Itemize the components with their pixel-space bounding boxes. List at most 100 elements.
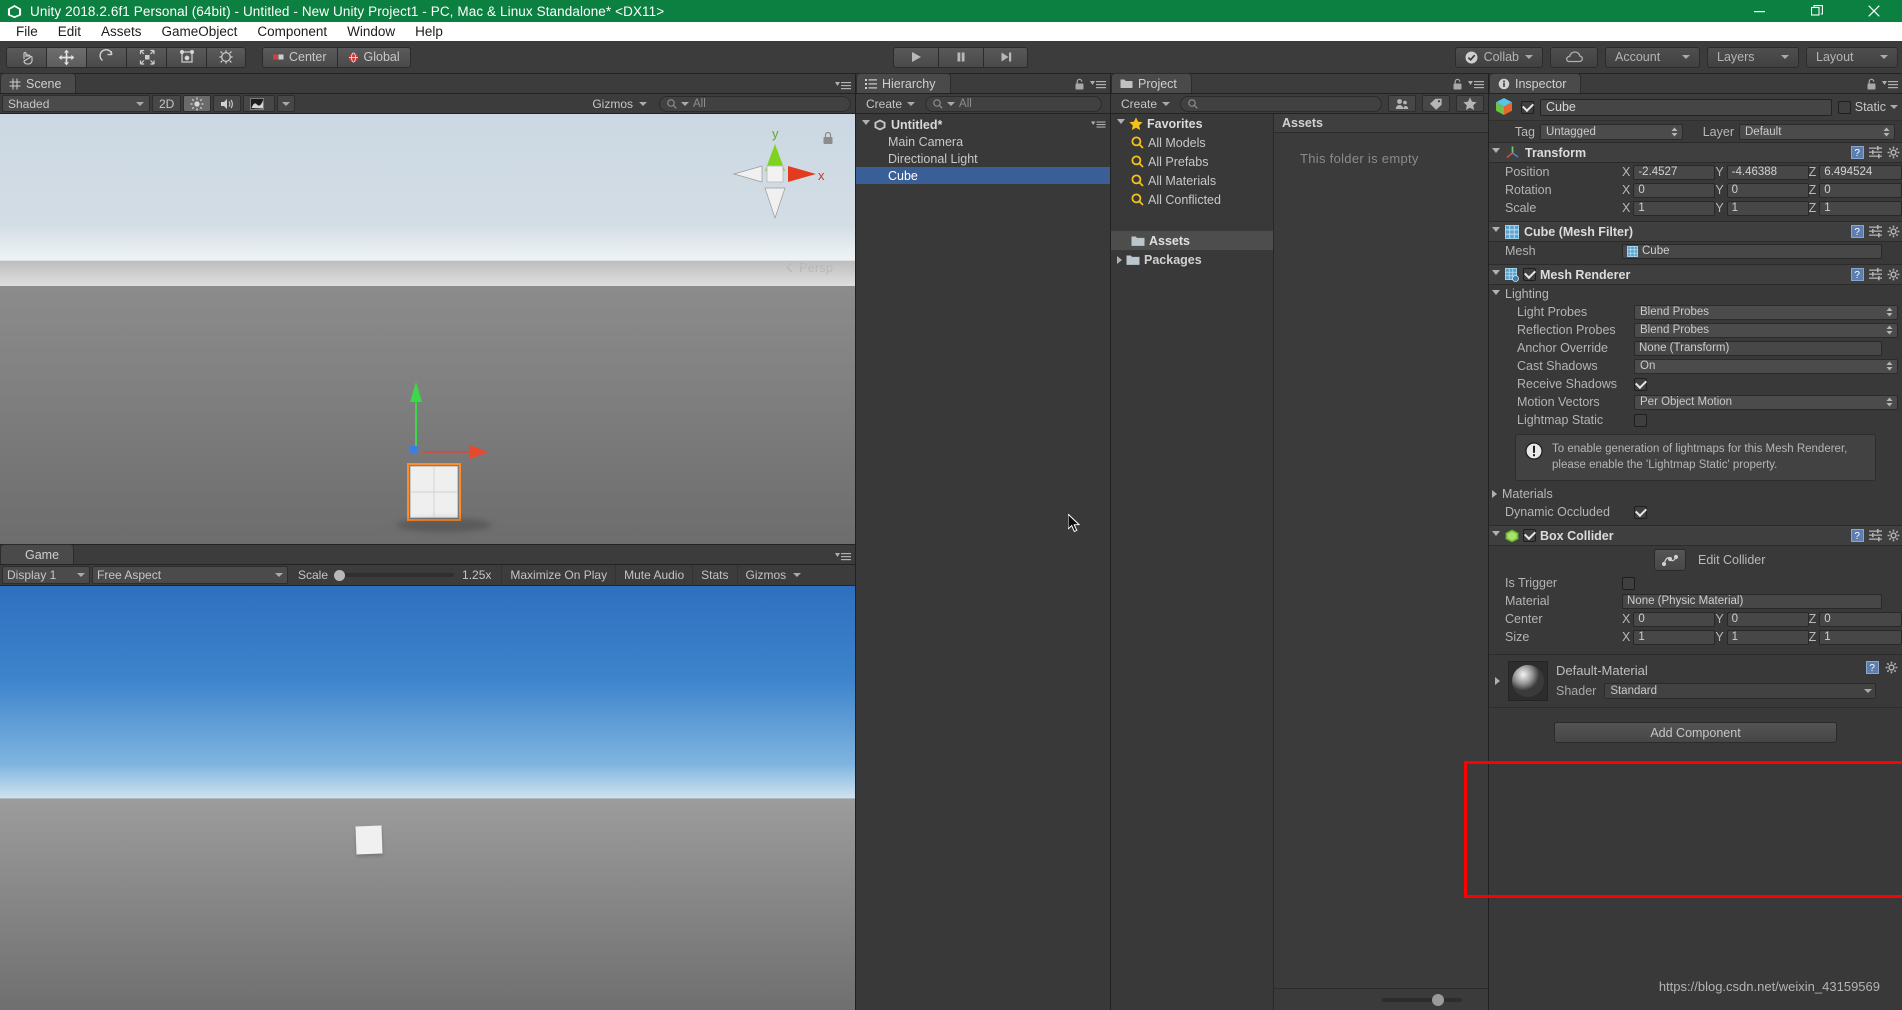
size-y-input[interactable]: 1 bbox=[1727, 630, 1809, 645]
game-gizmos-button[interactable]: Gizmos bbox=[737, 565, 810, 586]
gear-icon[interactable] bbox=[1887, 529, 1900, 542]
project-folder-packages[interactable]: Packages bbox=[1111, 250, 1273, 269]
move-tool-button[interactable] bbox=[46, 47, 86, 68]
receive-shadows-checkbox[interactable] bbox=[1634, 378, 1647, 391]
panel-menu-icon[interactable] bbox=[1882, 79, 1898, 89]
lightmap-static-checkbox[interactable] bbox=[1634, 414, 1647, 427]
mute-audio-button[interactable]: Mute Audio bbox=[615, 565, 692, 586]
project-favorite-all-prefabs[interactable]: All Prefabs bbox=[1111, 152, 1273, 171]
menu-gameobject[interactable]: GameObject bbox=[152, 24, 248, 39]
position-z-input[interactable]: 6.494524 bbox=[1819, 165, 1902, 180]
stats-button[interactable]: Stats bbox=[692, 565, 736, 586]
panel-menu-icon[interactable] bbox=[1468, 79, 1484, 89]
gear-icon[interactable] bbox=[1887, 146, 1900, 159]
gear-icon[interactable] bbox=[1887, 225, 1900, 238]
materials-foldout[interactable]: Materials bbox=[1489, 485, 1902, 503]
component-header-box-collider[interactable]: Box Collider ? bbox=[1489, 525, 1902, 546]
maximize-button[interactable] bbox=[1788, 0, 1845, 22]
center-x-input[interactable]: 0 bbox=[1633, 612, 1715, 627]
preset-icon[interactable] bbox=[1869, 529, 1882, 542]
2d-toggle-button[interactable]: 2D bbox=[152, 95, 181, 112]
add-component-button[interactable]: Add Component bbox=[1554, 722, 1837, 743]
menu-edit[interactable]: Edit bbox=[48, 24, 91, 39]
layers-button[interactable]: Layers bbox=[1707, 47, 1799, 68]
scene-audio-button[interactable] bbox=[213, 95, 241, 112]
scene-projection-label[interactable]: Persp bbox=[784, 260, 833, 275]
game-display-dropdown[interactable]: Display 1 bbox=[2, 566, 90, 584]
minimize-button[interactable] bbox=[1731, 0, 1788, 22]
is-trigger-checkbox[interactable] bbox=[1622, 577, 1635, 590]
maximize-on-play-button[interactable]: Maximize On Play bbox=[501, 565, 615, 586]
edit-collider-button[interactable] bbox=[1654, 549, 1686, 571]
lock-icon[interactable] bbox=[1866, 78, 1876, 90]
static-toggle[interactable]: Static bbox=[1838, 100, 1898, 114]
tab-project[interactable]: Project bbox=[1111, 73, 1192, 93]
reflection-probes-dropdown[interactable]: Blend Probes bbox=[1634, 323, 1898, 338]
expand-arrow-icon[interactable] bbox=[862, 120, 870, 129]
expand-arrow-icon[interactable] bbox=[1492, 290, 1500, 299]
position-y-input[interactable]: -4.46388 bbox=[1727, 165, 1809, 180]
scene-tab-menu[interactable] bbox=[835, 80, 851, 90]
expand-arrow-icon[interactable] bbox=[1495, 677, 1500, 685]
pivot-mode-button[interactable]: Center bbox=[262, 47, 337, 68]
component-header-mesh-filter[interactable]: Cube (Mesh Filter) ? bbox=[1489, 221, 1902, 242]
expand-arrow-icon[interactable] bbox=[1492, 490, 1497, 498]
step-button[interactable] bbox=[983, 47, 1028, 68]
scene-search-input[interactable]: All bbox=[659, 96, 851, 112]
help-icon[interactable]: ? bbox=[1851, 146, 1864, 159]
layout-button[interactable]: Layout bbox=[1806, 47, 1898, 68]
preset-icon[interactable] bbox=[1869, 225, 1882, 238]
project-search-input[interactable] bbox=[1180, 96, 1382, 112]
scale-z-input[interactable]: 1 bbox=[1819, 201, 1902, 216]
account-button[interactable]: Account bbox=[1605, 47, 1700, 68]
help-icon[interactable]: ? bbox=[1866, 661, 1879, 674]
hierarchy-scene-row[interactable]: Untitled* bbox=[856, 116, 1110, 133]
scale-y-input[interactable]: 1 bbox=[1727, 201, 1809, 216]
box-collider-enabled-checkbox[interactable] bbox=[1523, 529, 1536, 542]
mesh-object-field[interactable]: Cube bbox=[1622, 244, 1882, 259]
lock-icon[interactable] bbox=[1074, 78, 1084, 90]
shader-dropdown[interactable]: Standard bbox=[1604, 683, 1876, 699]
panel-menu-icon[interactable] bbox=[835, 80, 851, 90]
expand-arrow-icon[interactable] bbox=[1492, 148, 1500, 157]
component-header-transform[interactable]: Transform ? bbox=[1489, 142, 1902, 163]
game-scale-knob[interactable] bbox=[334, 570, 345, 581]
mesh-renderer-lighting-foldout[interactable]: Lighting bbox=[1489, 285, 1902, 303]
project-favorite-all-materials[interactable]: All Materials bbox=[1111, 171, 1273, 190]
tab-hierarchy[interactable]: Hierarchy bbox=[856, 73, 951, 93]
size-z-input[interactable]: 1 bbox=[1819, 630, 1902, 645]
position-x-input[interactable]: -2.4527 bbox=[1633, 165, 1715, 180]
static-checkbox[interactable] bbox=[1838, 101, 1851, 114]
scene-lighting-button[interactable] bbox=[183, 95, 211, 112]
lock-icon[interactable] bbox=[1452, 78, 1462, 90]
tag-dropdown[interactable]: Untagged bbox=[1540, 124, 1683, 140]
expand-arrow-icon[interactable] bbox=[1117, 256, 1122, 264]
hierarchy-item-main-camera[interactable]: Main Camera bbox=[856, 133, 1110, 150]
project-create-button[interactable]: Create bbox=[1115, 96, 1176, 112]
scene-effects-button[interactable] bbox=[243, 95, 275, 112]
game-tab-menu[interactable] bbox=[835, 551, 851, 561]
rotate-tool-button[interactable] bbox=[86, 47, 126, 68]
preset-icon[interactable] bbox=[1869, 268, 1882, 281]
project-zoom-slider[interactable] bbox=[1382, 998, 1462, 1002]
scene-axis-gizmo[interactable]: y x bbox=[720, 126, 830, 236]
rotation-y-input[interactable]: 0 bbox=[1727, 183, 1809, 198]
play-button[interactable] bbox=[893, 47, 938, 68]
hierarchy-create-button[interactable]: Create bbox=[860, 96, 921, 112]
rotation-z-input[interactable]: 0 bbox=[1819, 183, 1902, 198]
scale-x-input[interactable]: 1 bbox=[1633, 201, 1715, 216]
filter-by-type-button[interactable] bbox=[1388, 95, 1416, 112]
game-aspect-dropdown[interactable]: Free Aspect bbox=[92, 566, 288, 584]
pause-button[interactable] bbox=[938, 47, 983, 68]
expand-arrow-icon[interactable] bbox=[1492, 531, 1500, 540]
menu-component[interactable]: Component bbox=[247, 24, 337, 39]
scene-viewport[interactable]: y x Persp bbox=[0, 114, 855, 544]
component-header-mesh-renderer[interactable]: Mesh Renderer ? bbox=[1489, 264, 1902, 285]
preset-icon[interactable] bbox=[1869, 146, 1882, 159]
collab-button[interactable]: Collab bbox=[1455, 47, 1543, 68]
material-preview-row[interactable]: Default-Material Shader Standard ? bbox=[1489, 655, 1902, 707]
collider-material-field[interactable]: None (Physic Material) bbox=[1622, 594, 1882, 609]
menu-assets[interactable]: Assets bbox=[91, 24, 152, 39]
rotation-x-input[interactable]: 0 bbox=[1633, 183, 1715, 198]
panel-menu-icon[interactable] bbox=[835, 551, 851, 561]
